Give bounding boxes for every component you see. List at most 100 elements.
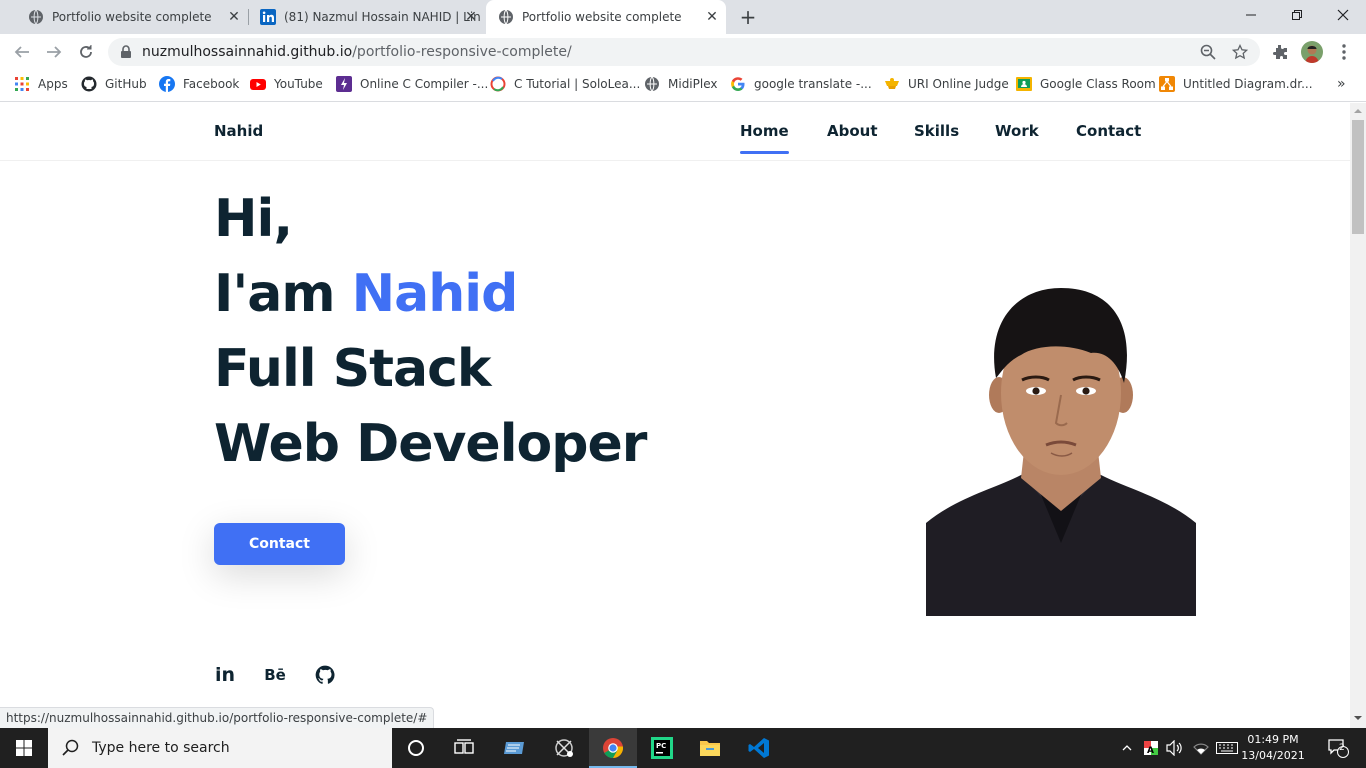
drawio-icon [1159,76,1175,92]
restore-icon [1292,10,1302,20]
hero-role-line2: Web Developer [214,414,647,474]
site-logo[interactable]: Nahid [214,122,263,140]
page-scrollbar[interactable] [1350,103,1366,728]
bookmark-label: C Tutorial | SoloLea... [514,77,641,91]
taskbar-search-input[interactable]: Type here to search [48,728,392,768]
search-placeholder: Type here to search [92,740,230,756]
classroom-icon [1016,77,1032,91]
behance-label: Bē [264,666,286,684]
reload-button[interactable] [74,40,98,64]
bookmark-sololearn[interactable]: C Tutorial | SoloLea... [490,76,640,92]
bookmark-online-compiler[interactable]: Online C Compiler -... [336,76,488,92]
browser-tab-active[interactable]: Portfolio website complete ✕ [486,0,726,34]
pycharm-icon[interactable]: PC [638,728,686,768]
system-clock[interactable]: 01:49 PM 13/04/2021 [1240,732,1306,764]
bookmark-label: Online C Compiler -... [360,77,489,91]
bookmark-youtube[interactable]: YouTube [250,76,323,92]
bookmark-label: Untitled Diagram.dr... [1183,77,1313,91]
url-path: /portfolio-responsive-complete/ [352,44,572,60]
nav-about[interactable]: About [827,122,878,140]
scroll-down-icon[interactable] [1354,716,1362,720]
tab-title: Portfolio website complete [522,10,682,24]
show-hidden-icons-chevron-icon[interactable] [1118,728,1136,768]
cortana-icon[interactable] [392,728,440,768]
minimize-icon [1246,14,1256,16]
zoom-icon[interactable] [1200,44,1216,60]
task-view-icon[interactable] [440,728,488,768]
bookmark-apps[interactable]: Apps [14,76,68,92]
minimize-button[interactable] [1228,0,1274,30]
browser-tab[interactable]: Portfolio website complete ✕ [8,0,248,34]
snipping-tool-icon[interactable] [540,728,588,768]
site-header: Nahid Home About Skills Work Contact [0,103,1350,161]
clock-time: 01:49 PM [1247,733,1299,746]
bookmark-uri-judge[interactable]: URI Online Judge [884,76,1009,92]
tray-app-icon[interactable]: A [1140,728,1162,768]
bookmark-label: YouTube [274,77,323,91]
hero-intro-prefix: I'am [214,264,352,324]
close-icon[interactable]: ✕ [704,9,720,25]
midiplex-icon [645,76,659,92]
taskbar-app-icon[interactable] [491,728,539,768]
start-button[interactable] [0,728,48,768]
close-icon[interactable]: ✕ [463,9,479,25]
windows-taskbar: Type here to search PC A 01:49 PM 13/04/… [0,728,1366,768]
bookmark-label: URI Online Judge [908,77,1009,91]
nav-skills[interactable]: Skills [914,122,959,140]
network-icon[interactable] [1190,728,1212,768]
keyboard-icon[interactable] [1214,728,1240,768]
status-bar-url: https://nuzmulhossainnahid.github.io/por… [0,707,435,728]
more-bookmarks-chevron-icon[interactable]: » [1337,76,1346,92]
linkedin-icon[interactable]: in [213,663,237,687]
back-button[interactable] [10,40,34,64]
browser-tab[interactable]: (81) Nazmul Hossain NAHID | Lin ✕ [250,0,485,34]
nav-work[interactable]: Work [995,122,1039,140]
close-window-button[interactable] [1320,0,1366,30]
file-explorer-icon[interactable] [686,728,734,768]
bookmark-label: MidiPlex [668,77,718,91]
notification-count-badge: 2 [1339,743,1345,753]
youtube-icon [250,79,266,90]
linkedin-label: in [214,664,236,686]
bookmark-label: Facebook [183,77,240,91]
bookmark-google-classroom[interactable]: Google Class Room [1016,76,1156,92]
scroll-thumb[interactable] [1352,120,1364,234]
bookmarks-bar: Apps GitHub Facebook YouTube Online C Co… [0,70,1366,102]
reload-icon [80,45,92,58]
forward-button[interactable] [42,40,66,64]
nav-contact[interactable]: Contact [1076,122,1141,140]
hero-intro: I'am Nahid [214,264,518,324]
github-glyph-icon [315,665,335,684]
address-bar[interactable]: nuzmulhossainnahid.github.io/portfolio-r… [108,38,1260,66]
bookmark-star-icon[interactable] [1232,44,1248,60]
close-icon[interactable]: ✕ [226,9,242,25]
github-icon[interactable] [313,663,337,687]
volume-icon[interactable] [1164,728,1186,768]
new-tab-button[interactable]: + [737,6,759,28]
extensions-icon[interactable] [1270,42,1290,62]
bookmark-label: Google Class Room [1040,77,1156,91]
notification-center-button[interactable]: 2 [1318,728,1358,768]
bookmark-drawio[interactable]: Untitled Diagram.dr... [1159,76,1313,92]
scroll-up-icon[interactable] [1354,109,1362,113]
forward-arrow-icon [47,46,62,58]
chrome-icon[interactable] [589,728,637,768]
restore-button[interactable] [1274,0,1320,30]
browser-menu-icon[interactable] [1334,42,1354,62]
hero-role-line1: Full Stack [214,339,492,399]
facebook-icon [159,76,175,92]
globe-icon [499,9,513,25]
bookmark-github[interactable]: GitHub [81,76,147,92]
nav-home[interactable]: Home [740,122,789,154]
svg-text:PC: PC [656,742,666,750]
bookmark-facebook[interactable]: Facebook [159,76,239,92]
profile-avatar[interactable] [1301,41,1323,63]
lock-icon [121,45,131,58]
bookmark-google-translate[interactable]: google translate -... [730,76,872,92]
clock-date: 13/04/2021 [1241,749,1305,762]
tab-divider [248,9,249,25]
vscode-icon[interactable] [735,728,783,768]
behance-icon[interactable]: Bē [263,663,287,687]
bookmark-midiplex[interactable]: MidiPlex [644,76,717,92]
contact-button[interactable]: Contact [214,523,345,565]
